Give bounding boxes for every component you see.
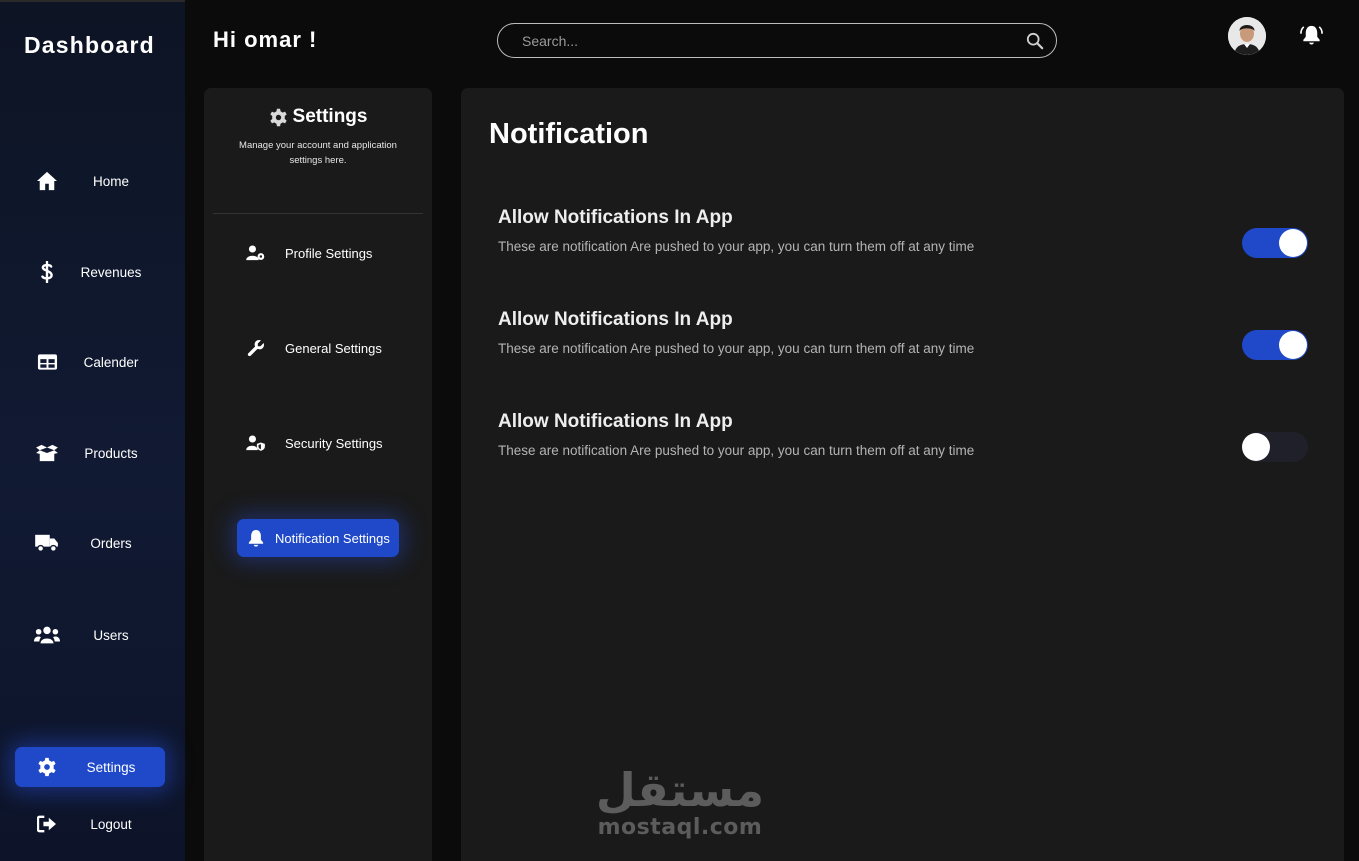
notification-title: Allow Notifications In App <box>498 411 733 432</box>
search-input[interactable] <box>522 32 1026 49</box>
logout-button[interactable]: Logout <box>15 804 165 844</box>
bell-icon <box>237 529 275 547</box>
settings-panel-description: Manage your account and application sett… <box>239 140 397 166</box>
table-icon <box>15 353 79 371</box>
settings-item-label: Profile Settings <box>285 245 373 261</box>
notification-toggle[interactable] <box>1242 432 1308 462</box>
settings-item-label: Security Settings <box>285 435 383 451</box>
settings-panel-title: Settings <box>204 106 432 128</box>
notification-description: These are notification Are pushed to you… <box>498 239 975 254</box>
notification-title: Allow Notifications In App <box>498 309 733 330</box>
home-icon <box>15 171 79 191</box>
sidebar: Dashboard Home Revenues Calender Product… <box>0 0 185 861</box>
sidebar-item-label: Revenues <box>80 264 142 280</box>
sidebar-item-users[interactable]: Users <box>15 615 165 655</box>
sidebar-item-label: Orders <box>90 535 132 551</box>
wrench-icon <box>237 339 275 357</box>
dollar-icon <box>15 261 79 283</box>
user-gear-icon <box>237 245 275 261</box>
divider <box>213 213 423 214</box>
sidebar-item-calender[interactable]: Calender <box>15 342 165 382</box>
greeting-title: Hi omar ! <box>213 27 318 52</box>
sidebar-item-products[interactable]: Products <box>15 433 165 473</box>
notification-toggle[interactable] <box>1242 228 1308 258</box>
notification-toggle[interactable] <box>1242 330 1308 360</box>
users-icon <box>15 625 79 645</box>
sidebar-item-label: Home <box>92 173 129 189</box>
settings-item-security[interactable]: Security Settings <box>237 424 399 462</box>
notification-description: These are notification Are pushed to you… <box>498 341 975 356</box>
sidebar-item-label: Settings <box>86 759 136 775</box>
truck-icon <box>15 533 79 553</box>
gear-icon <box>269 108 288 127</box>
toggle-knob <box>1279 331 1307 359</box>
sidebar-item-label: Calender <box>83 354 139 370</box>
brand-title: Dashboard <box>24 32 155 58</box>
settings-item-label: Notification Settings <box>275 530 390 546</box>
notification-row: Allow Notifications In App These are not… <box>498 411 1308 462</box>
watermark-latin: mostaql.com <box>597 815 763 840</box>
toggle-knob <box>1279 229 1307 257</box>
sidebar-item-home[interactable]: Home <box>15 161 165 201</box>
search-bar <box>497 23 1057 58</box>
sidebar-item-label: Products <box>84 445 138 461</box>
watermark: مستقل mostaql.com <box>594 765 766 841</box>
box-icon <box>15 443 79 463</box>
gear-icon <box>15 757 79 777</box>
settings-panel-title-text: Settings <box>292 106 368 127</box>
notification-title: Allow Notifications In App <box>498 207 733 228</box>
bell-icon[interactable] <box>1300 24 1323 51</box>
sidebar-item-settings[interactable]: Settings <box>15 747 165 787</box>
watermark-arabic: مستقل <box>595 763 765 817</box>
notification-row: Allow Notifications In App These are not… <box>498 207 1308 258</box>
sidebar-item-revenues[interactable]: Revenues <box>15 252 165 292</box>
settings-item-profile[interactable]: Profile Settings <box>237 234 399 272</box>
page-title: Notification <box>489 118 649 150</box>
sidebar-item-label: Logout <box>90 816 132 832</box>
notification-panel: Notification Allow Notifications In App … <box>461 88 1344 861</box>
sidebar-item-label: Users <box>93 627 129 643</box>
logout-icon <box>15 815 79 833</box>
settings-panel: Settings Manage your account and applica… <box>204 88 432 861</box>
settings-item-general[interactable]: General Settings <box>237 329 399 367</box>
avatar[interactable] <box>1228 17 1266 55</box>
user-shield-icon <box>237 435 275 451</box>
notification-description: These are notification Are pushed to you… <box>498 443 975 458</box>
toggle-knob <box>1242 433 1270 461</box>
search-icon[interactable] <box>1026 32 1044 50</box>
settings-item-notification[interactable]: Notification Settings <box>237 519 399 557</box>
sidebar-item-orders[interactable]: Orders <box>15 523 165 563</box>
settings-item-label: General Settings <box>285 340 382 356</box>
notification-row: Allow Notifications In App These are not… <box>498 309 1308 360</box>
